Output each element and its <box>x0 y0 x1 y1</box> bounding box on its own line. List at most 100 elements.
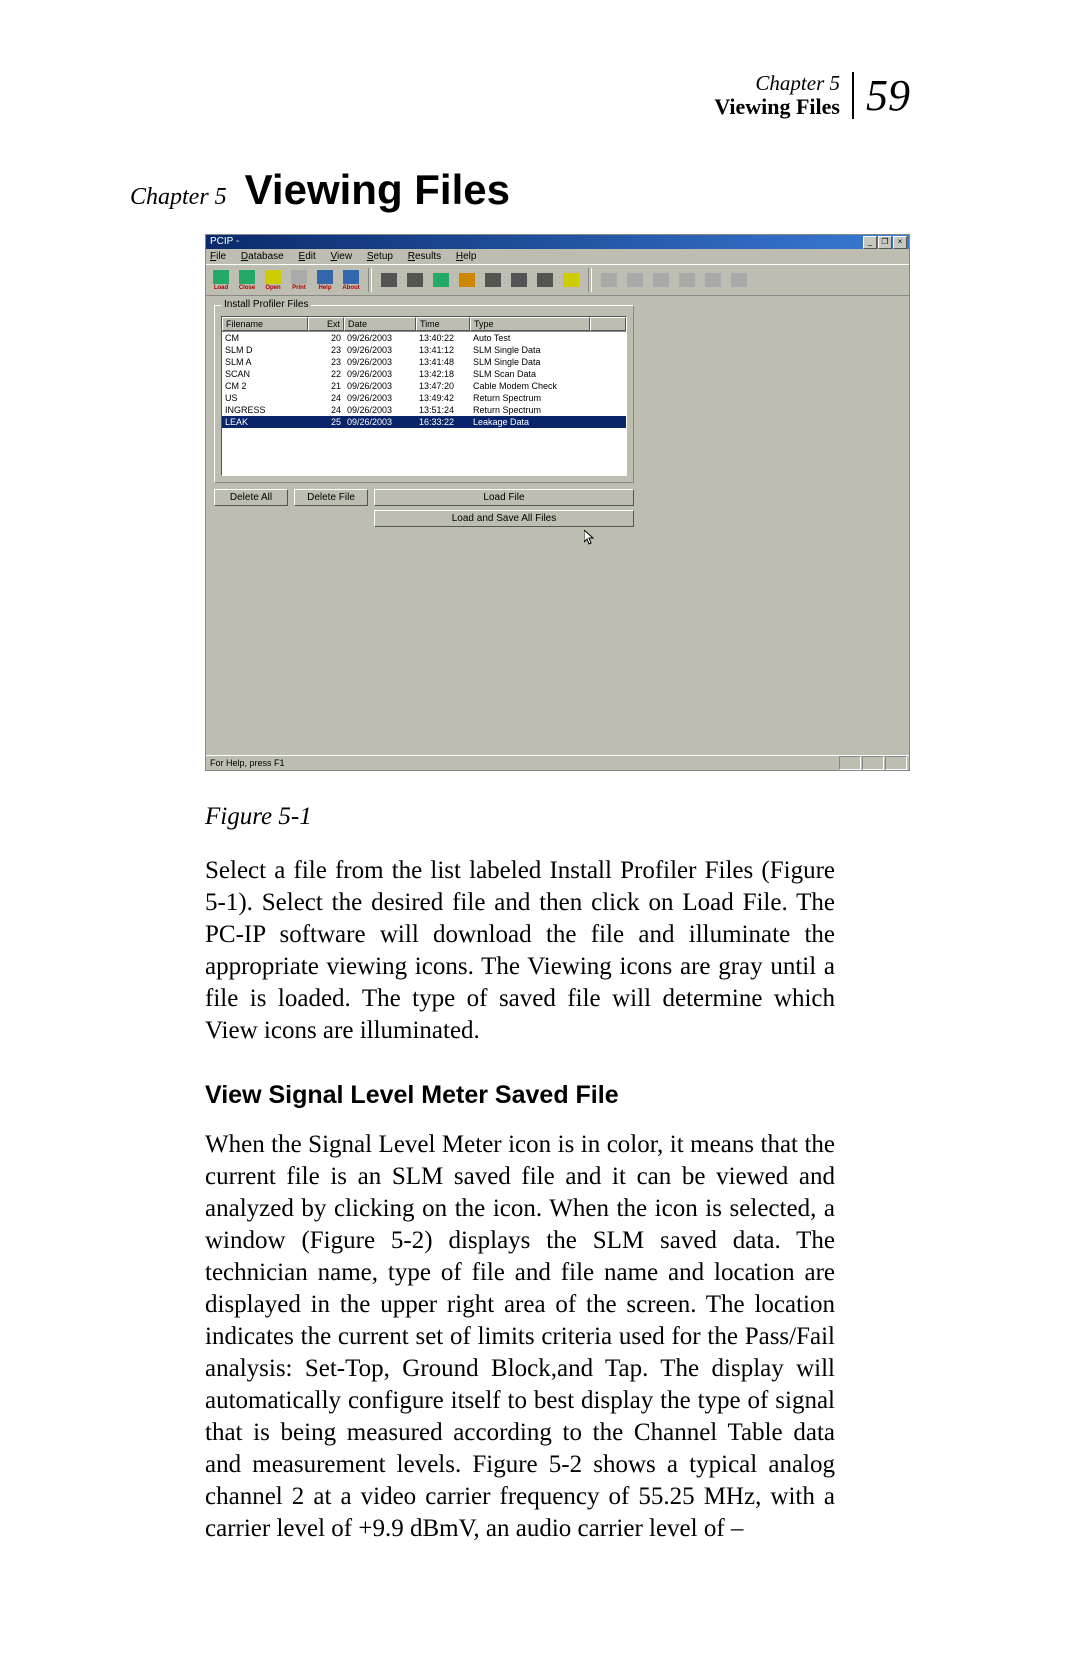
table-row[interactable]: CM 22109/26/200313:47:20Cable Modem Chec… <box>222 380 626 392</box>
cell-filename: SLM D <box>222 344 308 356</box>
menubar: File Database Edit View Setup Results He… <box>206 249 909 264</box>
menu-edit[interactable]: Edit <box>299 251 316 262</box>
minimize-button[interactable]: _ <box>863 236 877 249</box>
cell-filename: SLM A <box>222 356 308 368</box>
toolbar-icon-13[interactable] <box>534 268 556 292</box>
col-filename[interactable]: Filename <box>222 317 308 331</box>
toolbar-icon-15[interactable] <box>598 268 620 292</box>
paragraph-2: When the Signal Level Meter icon is in c… <box>205 1129 835 1545</box>
table-row[interactable]: SCAN2209/26/200313:42:18SLM Scan Data <box>222 368 626 380</box>
menu-help[interactable]: Help <box>456 251 477 262</box>
table-row[interactable]: SLM D2309/26/200313:41:12SLM Single Data <box>222 344 626 356</box>
toolbar-load[interactable]: Load <box>210 268 232 292</box>
cell-filename: SCAN <box>222 368 308 380</box>
col-date[interactable]: Date <box>344 317 416 331</box>
statusbar: For Help, press F1 <box>206 755 909 770</box>
col-ext[interactable]: Ext <box>308 317 344 331</box>
chapter-title: Viewing Files <box>227 166 510 213</box>
table-row[interactable]: SLM A2309/26/200313:41:48SLM Single Data <box>222 356 626 368</box>
cell-type: SLM Scan Data <box>470 368 590 380</box>
col-type[interactable]: Type <box>470 317 590 331</box>
paragraph-1: Select a file from the list labeled Inst… <box>205 855 835 1047</box>
toolbar-close[interactable]: Close <box>236 268 258 292</box>
menu-view[interactable]: View <box>331 251 353 262</box>
window-title: PCIP - <box>210 236 239 247</box>
toolbar-icon-10[interactable] <box>456 268 478 292</box>
load-save-all-button[interactable]: Load and Save All Files <box>374 510 634 527</box>
toolbar-icon-17[interactable] <box>650 268 672 292</box>
menu-database[interactable]: Database <box>241 251 284 262</box>
chapter-label: Chapter 5 <box>130 184 227 210</box>
close-button[interactable]: × <box>893 236 907 249</box>
toolbar-icon-14[interactable] <box>560 268 582 292</box>
menu-results[interactable]: Results <box>408 251 441 262</box>
cell-ext: 20 <box>308 332 344 344</box>
maximize-button[interactable]: ❐ <box>878 236 892 249</box>
cell-date: 09/26/2003 <box>344 356 416 368</box>
toolbar-icon-8[interactable] <box>404 268 426 292</box>
toolbar-icon-9[interactable] <box>430 268 452 292</box>
status-pane-2 <box>862 756 884 770</box>
cell-ext: 24 <box>308 404 344 416</box>
toolbar-icon-7[interactable] <box>378 268 400 292</box>
toolbar: Load Close Open Print Help About <box>206 264 909 296</box>
toolbar-icon-19[interactable] <box>702 268 724 292</box>
cell-type: Return Spectrum <box>470 392 590 404</box>
cell-type: Leakage Data <box>470 416 590 428</box>
cell-ext: 21 <box>308 380 344 392</box>
running-header: Chapter 5 Viewing Files 59 <box>130 70 910 121</box>
toolbar-about[interactable]: About <box>340 268 362 292</box>
menu-file[interactable]: File <box>210 251 226 262</box>
toolbar-icon-16[interactable] <box>624 268 646 292</box>
chapter-heading: Chapter 5 Viewing Files <box>130 166 910 214</box>
cell-date: 09/26/2003 <box>344 344 416 356</box>
col-spacer <box>590 317 626 331</box>
cell-filename: CM 2 <box>222 380 308 392</box>
toolbar-open[interactable]: Open <box>262 268 284 292</box>
delete-all-button[interactable]: Delete All <box>214 489 288 506</box>
cell-type: Cable Modem Check <box>470 380 590 392</box>
cell-time: 13:41:48 <box>416 356 470 368</box>
table-row[interactable]: INGRESS2409/26/200313:51:24Return Spectr… <box>222 404 626 416</box>
cell-time: 13:42:18 <box>416 368 470 380</box>
cell-filename: LEAK <box>222 416 308 428</box>
cell-date: 09/26/2003 <box>344 392 416 404</box>
header-chapter: Chapter 5 <box>755 71 840 95</box>
toolbar-icon-20[interactable] <box>728 268 750 292</box>
section-heading: View Signal Level Meter Saved File <box>205 1079 835 1111</box>
list-header: Filename Ext Date Time Type <box>222 317 626 332</box>
cell-time: 13:41:12 <box>416 344 470 356</box>
figure-caption: Figure 5-1 <box>205 801 835 833</box>
toolbar-icon-11[interactable] <box>482 268 504 292</box>
cell-ext: 22 <box>308 368 344 380</box>
table-row[interactable]: US2409/26/200313:49:42Return Spectrum <box>222 392 626 404</box>
titlebar: PCIP - _ ❐ × <box>206 235 909 249</box>
toolbar-icon-12[interactable] <box>508 268 530 292</box>
cell-date: 09/26/2003 <box>344 332 416 344</box>
cell-time: 13:51:24 <box>416 404 470 416</box>
cell-ext: 23 <box>308 344 344 356</box>
page-number: 59 <box>854 70 910 121</box>
cell-date: 09/26/2003 <box>344 380 416 392</box>
load-file-button[interactable]: Load File <box>374 489 634 506</box>
toolbar-icon-18[interactable] <box>676 268 698 292</box>
cell-ext: 23 <box>308 356 344 368</box>
cell-ext: 24 <box>308 392 344 404</box>
toolbar-print[interactable]: Print <box>288 268 310 292</box>
menu-setup[interactable]: Setup <box>367 251 393 262</box>
mouse-cursor-icon <box>584 530 596 546</box>
col-time[interactable]: Time <box>416 317 470 331</box>
cell-type: Auto Test <box>470 332 590 344</box>
cell-time: 13:40:22 <box>416 332 470 344</box>
table-row[interactable]: CM2009/26/200313:40:22Auto Test <box>222 332 626 344</box>
header-title: Viewing Files <box>714 94 840 119</box>
install-profiler-files-group: Filename Ext Date Time Type CM2009/26/20… <box>214 305 634 483</box>
delete-file-button[interactable]: Delete File <box>294 489 368 506</box>
toolbar-help[interactable]: Help <box>314 268 336 292</box>
cell-time: 13:47:20 <box>416 380 470 392</box>
table-row[interactable]: LEAK2509/26/200316:33:22Leakage Data <box>222 416 626 428</box>
file-list[interactable]: Filename Ext Date Time Type CM2009/26/20… <box>221 316 627 476</box>
cell-date: 09/26/2003 <box>344 368 416 380</box>
status-pane-3 <box>885 756 907 770</box>
cell-date: 09/26/2003 <box>344 404 416 416</box>
